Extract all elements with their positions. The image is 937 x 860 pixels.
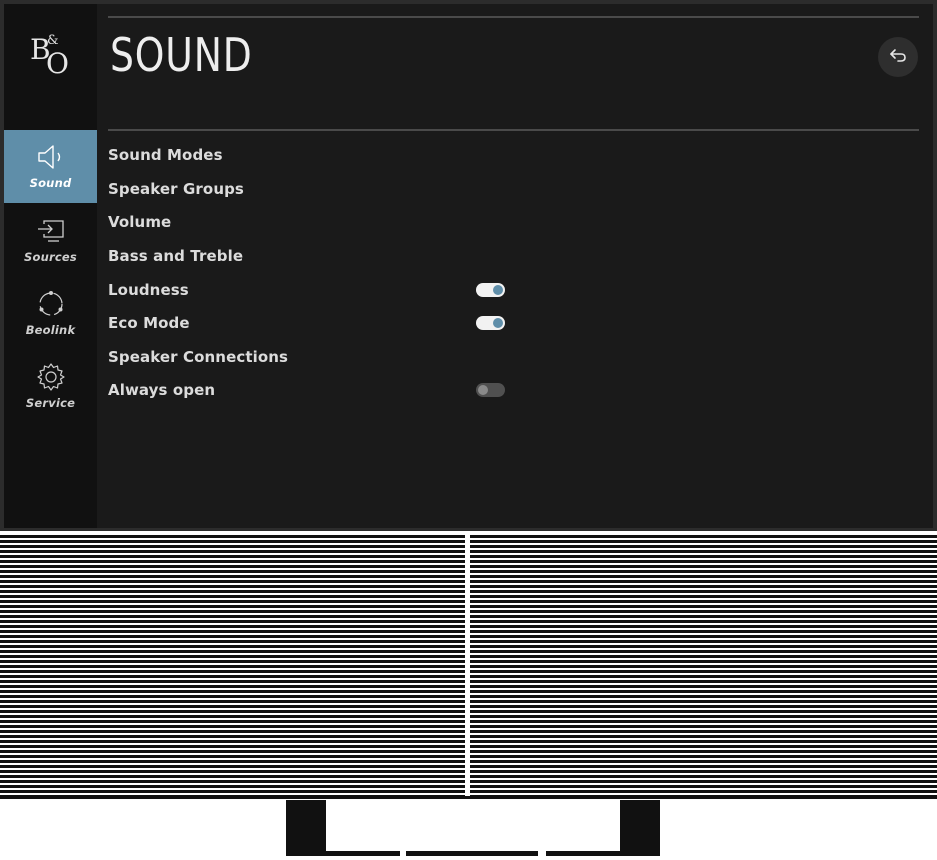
header-divider-bottom	[108, 129, 919, 131]
tv-screen: B & O Sound Sources Beolink Service SOUN…	[0, 0, 937, 531]
toggle-knob	[493, 318, 503, 328]
menu-item-always-open[interactable]: Always open	[108, 375, 528, 405]
menu-item-bass-and-treble[interactable]: Bass and Treble	[108, 241, 528, 271]
back-arrow-icon	[889, 47, 907, 67]
back-button[interactable]	[878, 37, 918, 77]
loudness-toggle[interactable]	[476, 283, 505, 297]
menu-item-label: Speaker Connections	[108, 348, 289, 366]
sidebar: B & O Sound Sources Beolink Service	[4, 4, 97, 528]
eco-mode-toggle[interactable]	[476, 316, 505, 330]
toggle-knob	[478, 385, 488, 395]
beolink-icon	[36, 289, 66, 319]
speaker-icon	[36, 142, 66, 172]
always-open-toggle[interactable]	[476, 383, 505, 397]
gear-icon	[36, 362, 66, 392]
menu-item-label: Eco Mode	[108, 314, 190, 332]
sidebar-item-service[interactable]: Service	[4, 350, 97, 423]
sidebar-item-beolink[interactable]: Beolink	[4, 277, 97, 350]
menu-item-volume[interactable]: Volume	[108, 207, 528, 237]
menu-item-eco-mode[interactable]: Eco Mode	[108, 308, 528, 338]
sidebar-item-label: Sound	[29, 176, 72, 190]
speaker-grille-divider	[465, 533, 470, 799]
menu-item-label: Bass and Treble	[108, 247, 244, 265]
header-divider-top	[108, 16, 919, 18]
input-source-icon	[36, 216, 66, 246]
sidebar-item-label: Sources	[24, 250, 77, 264]
toggle-knob	[493, 285, 503, 295]
stand-foot-right	[546, 851, 660, 856]
menu-item-label: Always open	[108, 381, 216, 399]
sidebar-item-sound[interactable]: Sound	[4, 130, 97, 203]
bang-olufsen-logo: B & O	[28, 34, 72, 82]
stand-foot-center	[406, 851, 538, 856]
sidebar-item-label: Service	[25, 396, 76, 410]
menu-item-label: Sound Modes	[108, 146, 223, 164]
stand-leg-left	[286, 800, 326, 855]
logo-letter-o: O	[46, 47, 69, 80]
menu-item-speaker-connections[interactable]: Speaker Connections	[108, 342, 528, 372]
menu-item-speaker-groups[interactable]: Speaker Groups	[108, 174, 528, 204]
stand-foot-left	[286, 851, 400, 856]
logo-ampersand: &	[47, 33, 59, 48]
sidebar-item-sources[interactable]: Sources	[4, 204, 97, 277]
menu-item-loudness[interactable]: Loudness	[108, 275, 528, 305]
menu-item-sound-modes[interactable]: Sound Modes	[108, 140, 528, 170]
page-title: SOUND	[110, 28, 253, 82]
menu-item-label: Volume	[108, 213, 172, 231]
sidebar-item-label: Beolink	[25, 323, 76, 337]
menu-item-label: Speaker Groups	[108, 180, 244, 198]
menu-item-label: Loudness	[108, 281, 189, 299]
stand-leg-right	[620, 800, 660, 855]
speaker-grille-bottom-edge	[0, 796, 937, 799]
